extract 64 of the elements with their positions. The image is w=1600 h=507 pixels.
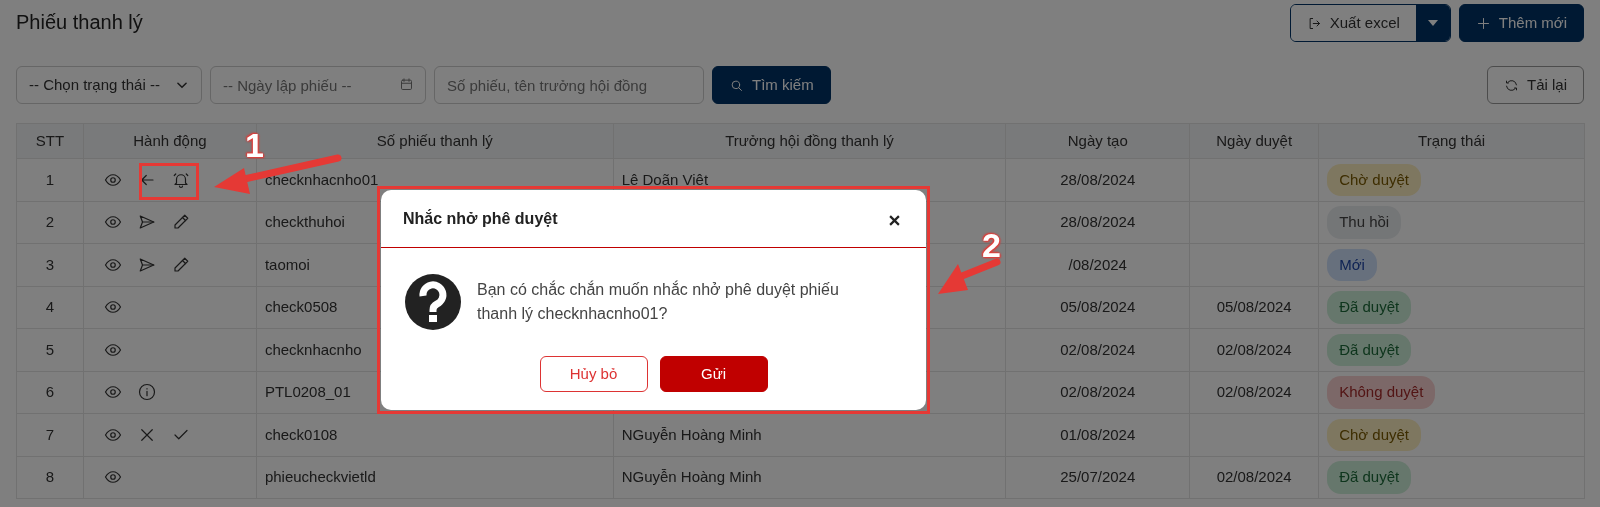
pointer-arrow — [938, 258, 1001, 294]
question-icon — [403, 272, 463, 332]
page-title: Phiếu thanh lý — [16, 10, 143, 34]
column-header: Trạng thái — [1318, 123, 1585, 159]
close-icon[interactable] — [889, 214, 900, 226]
table-cell: 02/08/2024 — [1005, 371, 1190, 414]
column-header: STT — [16, 123, 84, 159]
table-cell: 7 — [16, 413, 84, 456]
status-tag: Đã duyệt — [1327, 291, 1412, 324]
table-cell: check0108 — [256, 413, 614, 456]
table-cell: 28/08/2024 — [1005, 201, 1190, 244]
status-select[interactable]: -- Chọn trạng thái -- — [16, 66, 202, 104]
date-field[interactable]: -- Ngày lập phiếu -- — [210, 66, 426, 104]
bell-icon[interactable] — [171, 170, 190, 189]
send-button[interactable]: Gửi — [659, 356, 768, 392]
add-button[interactable]: Thêm mới — [1458, 4, 1584, 42]
export-split-button[interactable]: Xuất excel — [1289, 4, 1451, 42]
table-cell: 2 — [16, 201, 84, 244]
info-icon[interactable] — [137, 383, 156, 402]
pencil-icon[interactable] — [171, 255, 190, 274]
table-cell: 25/07/2024 — [1005, 456, 1190, 499]
table-cell: 8 — [16, 456, 84, 499]
search-button[interactable]: Tìm kiếm — [712, 66, 831, 104]
highlight-frame — [139, 163, 199, 200]
pencil-icon[interactable] — [171, 213, 190, 232]
column-header: Trưởng hội đồng thanh lý — [613, 123, 1006, 159]
export-icon — [1306, 15, 1322, 31]
table-cell: /08/2024 — [1005, 243, 1190, 286]
annotation-number: 2 — [982, 228, 1001, 262]
table-cell: 05/08/2024 — [1005, 286, 1190, 329]
status-tag: Mới — [1327, 248, 1377, 281]
search-field[interactable]: Số phiếu, tên trưởng hội đồng — [434, 66, 704, 104]
refresh-icon — [1504, 77, 1519, 93]
table-cell: phieucheckvietld — [256, 456, 614, 499]
table-cell: 4 — [16, 286, 84, 329]
table-cell: NGuyễn Hoàng Minh — [613, 456, 1006, 499]
reload-button[interactable]: Tải lại — [1487, 66, 1584, 104]
status-tag: Thu hồi — [1327, 206, 1402, 239]
column-header: Ngày tạo — [1005, 123, 1190, 159]
table-cell: 6 — [16, 371, 84, 414]
table-cell: 02/08/2024 — [1189, 456, 1319, 499]
table-cell: 02/08/2024 — [1189, 371, 1319, 414]
status-tag: Không duyệt — [1327, 376, 1436, 409]
table-cell: 01/08/2024 — [1005, 413, 1190, 456]
table-cell: 02/08/2024 — [1005, 328, 1190, 371]
table-cell: 5 — [16, 328, 84, 371]
table-cell: 1 — [16, 158, 84, 201]
send-icon[interactable] — [137, 213, 156, 232]
table-cell: 02/08/2024 — [1189, 328, 1319, 371]
table-cell: NGuyễn Hoàng Minh — [613, 413, 1006, 456]
status-tag: Chờ duyệt — [1327, 418, 1421, 451]
dialog-title: Nhắc nhở phê duyệt — [403, 208, 558, 229]
caret-icon[interactable] — [1415, 5, 1450, 41]
table-cell: 3 — [16, 243, 84, 286]
status-tag: Đã duyệt — [1327, 333, 1412, 366]
send-icon[interactable] — [137, 255, 156, 274]
column-header: Ngày duyệt — [1189, 123, 1319, 159]
cancel-button[interactable]: Hủy bỏ — [539, 356, 648, 392]
status-tag: Chờ duyệt — [1327, 163, 1421, 196]
calendar-icon[interactable] — [399, 77, 414, 92]
plus-icon — [1475, 15, 1491, 31]
status-tag: Đã duyệt — [1327, 461, 1412, 494]
table-cell: 05/08/2024 — [1189, 286, 1319, 329]
table-cell: 28/08/2024 — [1005, 158, 1190, 201]
